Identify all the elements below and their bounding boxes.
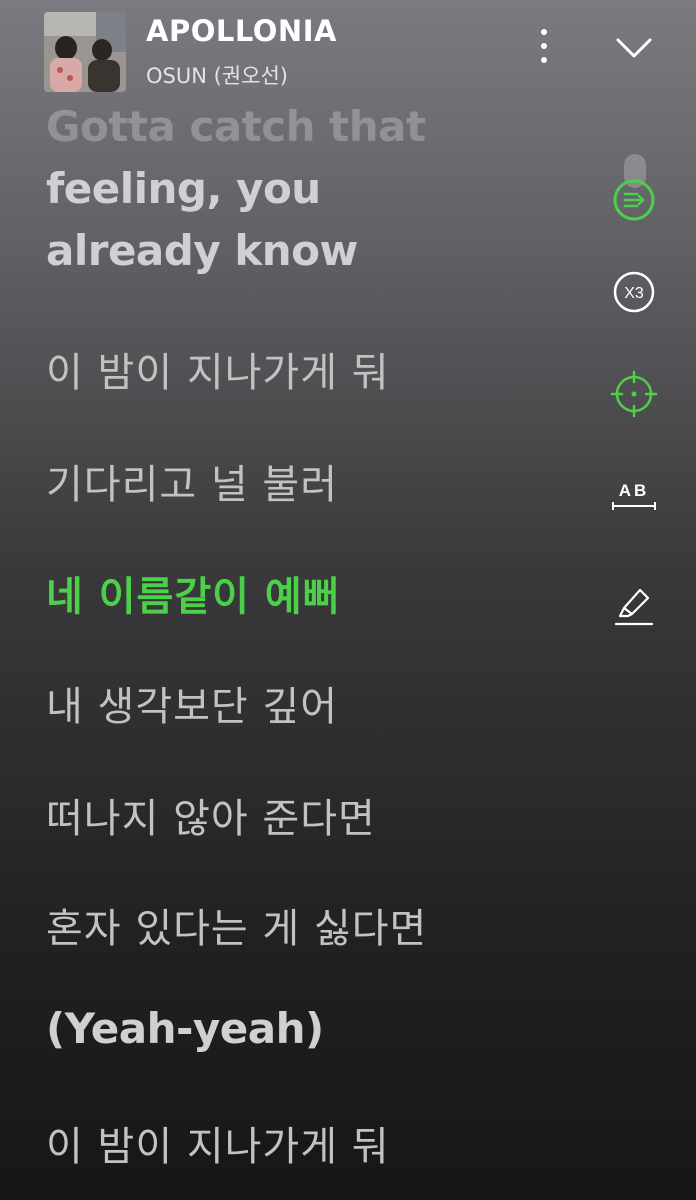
- artist-name[interactable]: OSUN (권오선): [146, 60, 288, 90]
- player-header: APOLLONIA OSUN (권오선): [0, 0, 696, 110]
- focus-button[interactable]: [610, 370, 658, 418]
- lyric-line[interactable]: 기다리고 널 불러: [46, 452, 338, 510]
- lyric-line[interactable]: (Yeah-yeah): [46, 1004, 324, 1053]
- album-art[interactable]: [44, 12, 126, 92]
- lyrics-autoscroll-icon: [613, 179, 655, 221]
- lyric-line[interactable]: feeling, you: [46, 164, 321, 213]
- lyric-line-active[interactable]: 네 이름같이 예뻐: [46, 564, 340, 622]
- song-title: APOLLONIA: [146, 14, 337, 48]
- highlight-button[interactable]: [610, 580, 658, 628]
- translation-icon: AB: [612, 481, 656, 510]
- chevron-down-icon: [616, 38, 652, 58]
- speed-icon: X3: [613, 271, 655, 313]
- lyric-line[interactable]: 혼자 있다는 게 싫다면: [46, 896, 427, 954]
- translate-label: AB: [619, 481, 650, 500]
- crosshair-icon: [610, 370, 658, 418]
- more-options-button[interactable]: [528, 26, 560, 66]
- speed-button[interactable]: X3: [610, 268, 658, 316]
- lyric-line[interactable]: 떠나지 않아 준다면: [46, 786, 376, 844]
- collapse-button[interactable]: [612, 30, 656, 66]
- speed-label: X3: [624, 285, 644, 302]
- translate-button[interactable]: AB: [610, 470, 658, 518]
- lyric-line[interactable]: already know: [46, 226, 358, 275]
- lyric-line[interactable]: Gotta catch that: [46, 102, 426, 151]
- autoscroll-toggle[interactable]: [610, 176, 658, 224]
- lyrics-list[interactable]: Gotta catch that feeling, you already kn…: [46, 100, 586, 1200]
- lyric-line[interactable]: 이 밤이 지나가게 둬: [46, 340, 390, 398]
- more-vertical-icon: [541, 29, 547, 63]
- album-art-image: [44, 12, 126, 92]
- lyric-line[interactable]: 이 밤이 지나가게 둬: [46, 1114, 390, 1172]
- lyric-line[interactable]: 내 생각보단 깊어: [46, 674, 338, 732]
- lyrics-tools: X3 AB: [600, 150, 670, 650]
- highlighter-icon: [614, 588, 654, 626]
